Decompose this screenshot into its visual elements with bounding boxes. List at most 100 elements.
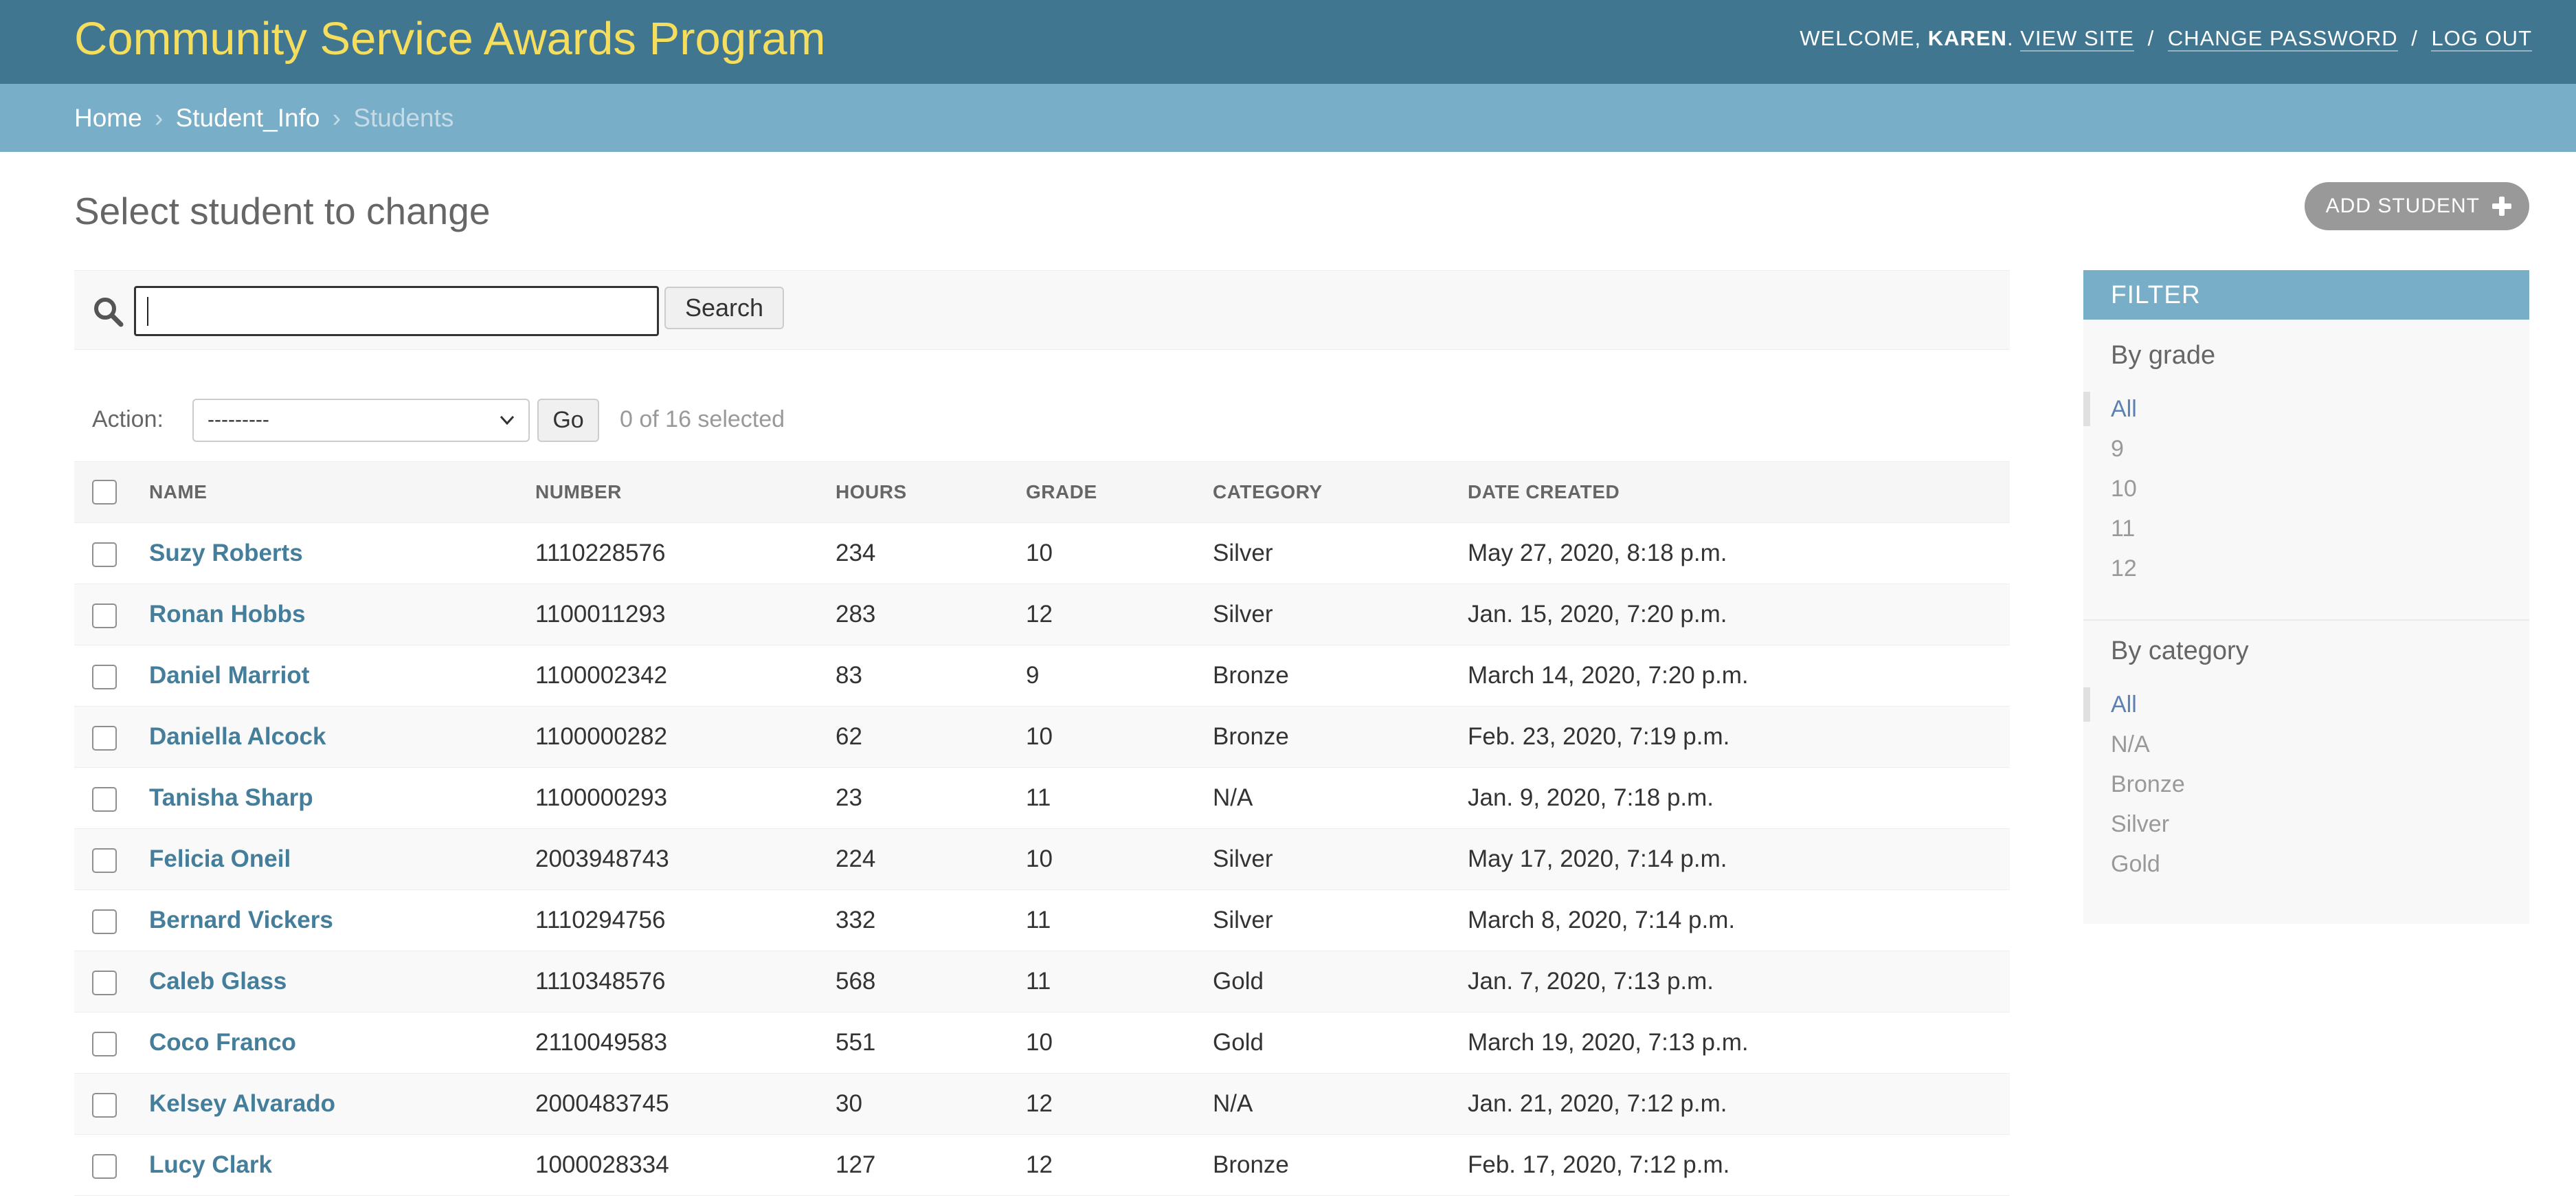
student-name-link[interactable]: Daniella Alcock — [149, 723, 326, 750]
student-date-created: May 27, 2020, 8:18 p.m. — [1468, 540, 1727, 566]
row-checkbox-cell — [74, 768, 149, 829]
filter-option[interactable]: Gold — [2083, 844, 2529, 884]
student-name-cell: Coco Franco — [149, 1012, 535, 1074]
table-row: Kelsey Alvarado 2000483745 30 12 N/A Jan. 21,… — [74, 1073, 2010, 1135]
row-checkbox-cell — [74, 829, 149, 890]
student-name-cell: Tanisha Sharp — [149, 768, 535, 829]
row-checkbox[interactable] — [92, 725, 117, 751]
student-category: Silver — [1213, 845, 1273, 872]
filter-option[interactable]: 9 — [2083, 429, 2529, 469]
site-title[interactable]: Community Service Awards Program — [74, 10, 825, 69]
row-checkbox-cell — [74, 707, 149, 768]
student-hours: 23 — [836, 784, 862, 811]
column-header-hours[interactable]: HOURS — [836, 462, 1026, 523]
student-date-created: Feb. 23, 2020, 7:19 p.m. — [1468, 723, 1730, 750]
breadcrumb-current: Students — [353, 104, 454, 132]
student-grade: 10 — [1026, 540, 1053, 566]
student-name-cell: Ronan Hobbs — [149, 584, 535, 645]
breadcrumb-home[interactable]: Home — [74, 104, 142, 132]
student-name-link[interactable]: Felicia Oneil — [149, 845, 291, 872]
filter-option[interactable]: All — [2083, 685, 2529, 724]
student-name-cell: Daniella Alcock — [149, 707, 535, 768]
table-header-row: NAME NUMBER HOURS GRADE CATEGORY DATE CR… — [74, 461, 2010, 523]
student-category: Silver — [1213, 601, 1273, 628]
filter-option[interactable]: 12 — [2083, 549, 2529, 588]
row-checkbox[interactable] — [92, 970, 117, 995]
change-password-link[interactable]: CHANGE PASSWORD — [2167, 26, 2398, 52]
student-name-cell: Caleb Glass — [149, 951, 535, 1012]
row-checkbox[interactable] — [92, 848, 117, 873]
student-name-link[interactable]: Bernard Vickers — [149, 907, 333, 933]
student-name-link[interactable]: Lucy Clark — [149, 1151, 272, 1178]
student-name-cell: Bernard Vickers — [149, 890, 535, 951]
select-all-cell — [74, 462, 149, 523]
go-button[interactable]: Go — [537, 399, 599, 442]
student-hours: 332 — [836, 907, 876, 933]
breadcrumb-app[interactable]: Student_Info — [176, 104, 320, 132]
row-checkbox[interactable] — [92, 603, 117, 628]
filter-option[interactable]: All — [2083, 389, 2529, 429]
student-category: Gold — [1213, 968, 1264, 995]
log-out-link[interactable]: LOG OUT — [2431, 26, 2532, 52]
table-row: Caleb Glass 1110348576 568 11 Gold Jan. 7, 20… — [74, 951, 2010, 1012]
student-name-link[interactable]: Caleb Glass — [149, 968, 287, 995]
column-header-name[interactable]: NAME — [149, 462, 535, 523]
search-button[interactable]: Search — [664, 287, 785, 329]
actions-bar: Action: --------- Go 0 of 16 selected — [74, 392, 2010, 447]
column-header-date-created[interactable]: DATE CREATED — [1468, 462, 2010, 523]
student-date-created: Jan. 21, 2020, 7:12 p.m. — [1468, 1090, 1727, 1117]
view-site-link[interactable]: VIEW SITE — [2020, 26, 2134, 52]
filter-divider — [2083, 619, 2529, 621]
student-name-cell: Suzy Roberts — [149, 523, 535, 584]
student-grade: 11 — [1026, 968, 1051, 995]
row-checkbox-cell — [74, 1074, 149, 1135]
filter-option[interactable]: 10 — [2083, 469, 2529, 509]
row-checkbox[interactable] — [92, 1092, 117, 1118]
header: Community Service Awards Program WELCOME… — [0, 0, 2576, 84]
student-name-link[interactable]: Tanisha Sharp — [149, 784, 313, 811]
row-checkbox[interactable] — [92, 1031, 117, 1056]
search-toolbar: Search — [74, 270, 2010, 350]
student-name-link[interactable]: Coco Franco — [149, 1029, 296, 1056]
select-all-checkbox[interactable] — [92, 480, 117, 505]
row-checkbox[interactable] — [92, 542, 117, 567]
breadcrumb: Home › Student_Info › Students — [0, 84, 2576, 152]
filter-option[interactable]: N/A — [2083, 724, 2529, 764]
student-name-link[interactable]: Kelsey Alvarado — [149, 1090, 335, 1117]
action-select[interactable]: --------- — [192, 399, 530, 442]
column-header-category[interactable]: CATEGORY — [1213, 462, 1468, 523]
table-row: Daniella Alcock 1100000282 62 10 Bronze Feb. … — [74, 706, 2010, 768]
student-number: 1100000293 — [535, 784, 668, 811]
student-name-link[interactable]: Daniel Marriot — [149, 662, 309, 689]
add-student-button[interactable]: ADD STUDENT — [2304, 182, 2529, 230]
table-row: Coco Franco 2110049583 551 10 Gold March 19, … — [74, 1012, 2010, 1074]
row-checkbox[interactable] — [92, 664, 117, 689]
student-date-created: Jan. 7, 2020, 7:13 p.m. — [1468, 968, 1714, 995]
student-name-link[interactable]: Suzy Roberts — [149, 540, 303, 566]
student-category: Silver — [1213, 540, 1273, 566]
student-category: N/A — [1213, 1090, 1253, 1117]
table-row: Daniel Marriot 1100002342 83 9 Bronze March 1… — [74, 645, 2010, 707]
search-input[interactable] — [134, 286, 659, 336]
table-row: Lucy Clark 1000028334 127 12 Bronze Feb. 17, … — [74, 1135, 2010, 1196]
student-hours: 127 — [836, 1151, 876, 1178]
table-row: Suzy Roberts 1110228576 234 10 Silver May 27,… — [74, 523, 2010, 584]
filter-option[interactable]: Silver — [2083, 804, 2529, 844]
table-body: Suzy Roberts 1110228576 234 10 Silver May 27,… — [74, 523, 2010, 1196]
student-date-created: Jan. 9, 2020, 7:18 p.m. — [1468, 784, 1714, 811]
row-checkbox[interactable] — [92, 1153, 117, 1179]
column-header-grade[interactable]: GRADE — [1026, 462, 1213, 523]
search-icon — [94, 298, 124, 327]
student-number: 1100000282 — [535, 723, 668, 750]
student-grade: 12 — [1026, 1151, 1053, 1178]
filter-option[interactable]: Bronze — [2083, 764, 2529, 804]
student-date-created: May 17, 2020, 7:14 p.m. — [1468, 845, 1727, 872]
row-checkbox[interactable] — [92, 909, 117, 934]
student-name-link[interactable]: Ronan Hobbs — [149, 601, 305, 628]
row-checkbox-cell — [74, 951, 149, 1012]
filter-option[interactable]: 11 — [2083, 509, 2529, 549]
column-header-number[interactable]: NUMBER — [535, 462, 836, 523]
filter-title-grade: By grade — [2111, 341, 2216, 370]
row-checkbox[interactable] — [92, 786, 117, 812]
student-category: Silver — [1213, 907, 1273, 933]
